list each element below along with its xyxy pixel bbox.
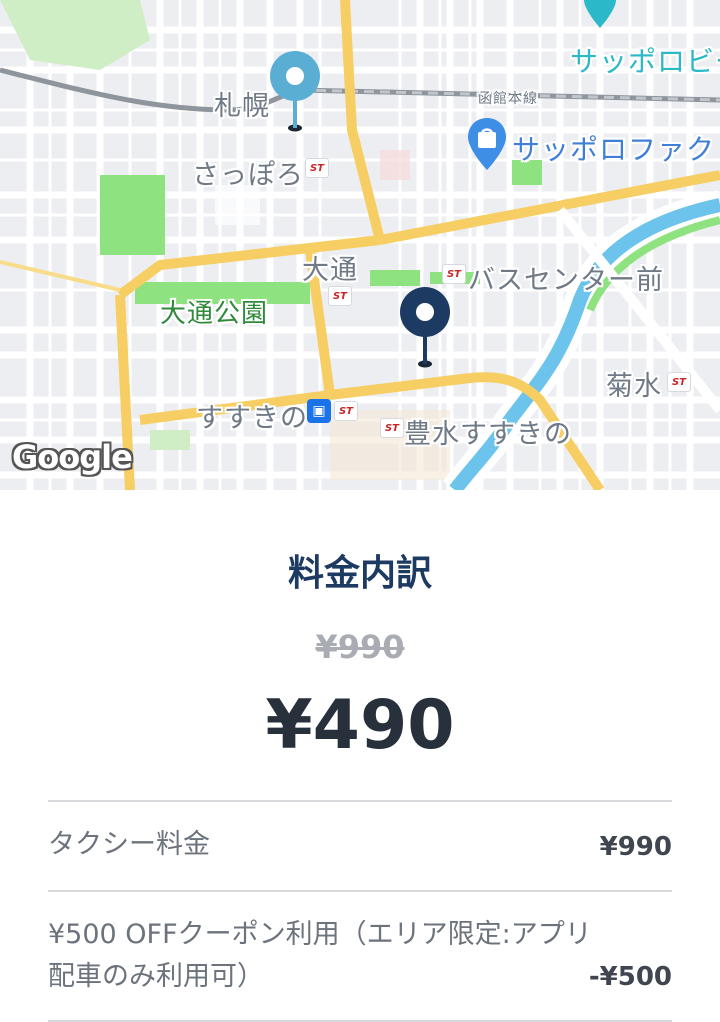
coupon-label-line1: ¥500 OFFクーポン利用（エリア限定:アプリ — [48, 919, 592, 950]
station-label-odori: 大通 — [302, 255, 358, 286]
station-label-kikusui: 菊水 — [606, 371, 662, 402]
st-badge-icon: ST — [667, 372, 691, 392]
divider — [48, 800, 672, 802]
st-badge-icon: ST — [380, 418, 404, 438]
fare-row-label-coupon: ¥500 OFFクーポン利用（エリア限定:アプリ 配車のみ利用可） — [48, 914, 592, 998]
st-badge-icon: ST — [328, 286, 352, 306]
pickup-location-pin-icon[interactable] — [268, 50, 322, 134]
st-badge-icon: ST — [442, 264, 466, 284]
map-view[interactable]: 札幌 さっぽろ ST 函館本線 サッポロビー サッポロファクト 大通 ST 大通… — [0, 0, 720, 490]
park-label-odori: 大通公園 — [160, 299, 269, 329]
google-logo: Google — [12, 438, 133, 476]
station-label-bus-center: バスセンター前 — [468, 265, 664, 296]
poi-label-sapporo-factory: サッポロファクト — [512, 133, 720, 166]
original-price: ¥990 — [315, 628, 405, 666]
subway-icon: ▣ — [307, 399, 331, 423]
divider — [48, 890, 672, 892]
station-label-sapporo: 札幌 — [214, 91, 270, 122]
fare-breakdown-panel: 料金内訳 ¥990 ¥490 タクシー料金 ¥990 ¥500 OFFクーポン利… — [0, 490, 720, 1022]
fare-row-value-taxi: ¥990 — [599, 832, 672, 862]
station-label-susukino: すすきの — [196, 403, 308, 434]
st-badge-icon: ST — [334, 401, 358, 421]
location-pin-icon[interactable] — [582, 0, 618, 30]
fare-row-value-coupon: -¥500 — [588, 962, 672, 992]
destination-location-pin-icon[interactable] — [398, 286, 452, 370]
fare-row-label-taxi: タクシー料金 — [48, 829, 210, 860]
railway-line-label: 函館本線 — [478, 91, 538, 107]
st-badge-icon: ST — [305, 158, 329, 178]
page-title: 料金内訳 — [287, 553, 432, 594]
shopping-bag-icon[interactable] — [466, 116, 508, 172]
station-label-sapporo-kana: さっぽろ — [192, 160, 304, 191]
final-price: ¥490 — [265, 686, 455, 765]
poi-label-sapporo-beer: サッポロビー — [570, 45, 720, 78]
coupon-label-line2: 配車のみ利用可） — [48, 961, 264, 992]
station-label-hosui-susukino: 豊水すすきの — [404, 419, 572, 450]
